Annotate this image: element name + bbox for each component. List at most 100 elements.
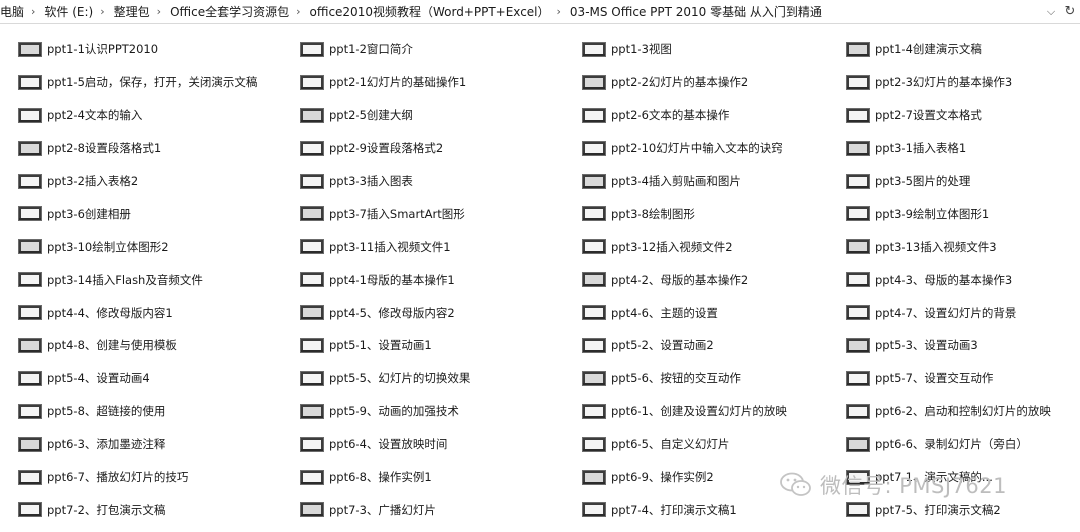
- breadcrumb-item[interactable]: 整理包: [114, 0, 157, 23]
- file-item[interactable]: ppt1-3视图: [564, 33, 846, 66]
- file-name: ppt4-2、母版的基本操作2: [611, 272, 749, 287]
- file-name: ppt2-4文本的输入: [47, 108, 143, 123]
- video-thumbnail-icon: [300, 502, 324, 518]
- file-item[interactable]: ppt5-5、幻灯片的切换效果: [282, 362, 564, 395]
- file-item[interactable]: ppt6-8、操作实例1: [282, 461, 564, 494]
- file-item[interactable]: ppt4-6、主题的设置: [564, 296, 846, 329]
- file-item[interactable]: ppt6-4、设置放映时间: [282, 428, 564, 461]
- file-item[interactable]: ppt3-10绘制立体图形2: [0, 230, 282, 263]
- file-item[interactable]: ppt4-1母版的基本操作1: [282, 263, 564, 296]
- breadcrumb-item[interactable]: Office全套学习资源包: [170, 0, 296, 23]
- file-item[interactable]: ppt2-8设置段落格式1: [0, 132, 282, 165]
- file-name: ppt4-3、母版的基本操作3: [875, 272, 1013, 287]
- video-thumbnail-icon: [300, 436, 324, 452]
- file-item[interactable]: ppt7-2、打包演示文稿: [0, 493, 282, 526]
- video-thumbnail-icon: [18, 305, 42, 321]
- file-item[interactable]: ppt6-6、录制幻灯片（旁白）: [846, 428, 1080, 461]
- file-item[interactable]: ppt2-6文本的基本操作: [564, 99, 846, 132]
- file-item[interactable]: ppt2-2幻灯片的基本操作2: [564, 66, 846, 99]
- file-name: ppt5-7、设置交互动作: [875, 371, 994, 386]
- file-name: ppt3-12插入视频文件2: [611, 239, 733, 254]
- file-item[interactable]: ppt5-8、超链接的使用: [0, 395, 282, 428]
- file-item[interactable]: ppt3-11插入视频文件1: [282, 230, 564, 263]
- video-thumbnail-icon: [300, 107, 324, 123]
- file-item[interactable]: ppt2-5创建大纲: [282, 99, 564, 132]
- file-item[interactable]: ppt4-2、母版的基本操作2: [564, 263, 846, 296]
- file-item[interactable]: ppt3-6创建相册: [0, 197, 282, 230]
- file-item[interactable]: ppt1-5启动，保存，打开，关闭演示文稿: [0, 66, 282, 99]
- file-item[interactable]: ppt2-4文本的输入: [0, 99, 282, 132]
- file-item[interactable]: ppt2-9设置段落格式2: [282, 132, 564, 165]
- file-item[interactable]: ppt2-10幻灯片中输入文本的诀窍: [564, 132, 846, 165]
- file-item[interactable]: ppt2-3幻灯片的基本操作3: [846, 66, 1080, 99]
- file-item[interactable]: ppt4-4、修改母版内容1: [0, 296, 282, 329]
- file-name: ppt7-3、广播幻灯片: [329, 502, 436, 517]
- file-item[interactable]: ppt3-9绘制立体图形1: [846, 197, 1080, 230]
- file-item[interactable]: ppt1-1认识PPT2010: [0, 33, 282, 66]
- video-thumbnail-icon: [846, 173, 870, 189]
- breadcrumb-separator-icon[interactable]: ›: [157, 0, 170, 23]
- file-name: ppt3-2插入表格2: [47, 174, 139, 188]
- address-dropdown-icon[interactable]: ⌵: [1042, 1, 1060, 23]
- breadcrumb-separator-icon[interactable]: ›: [31, 0, 44, 23]
- breadcrumb-item[interactable]: 03-MS Office PPT 2010 零基础 从入门到精通: [570, 0, 829, 23]
- file-name: ppt3-7插入SmartArt图形: [329, 206, 465, 221]
- breadcrumb-separator-icon[interactable]: ›: [100, 0, 113, 23]
- refresh-icon[interactable]: ↻: [1060, 1, 1080, 23]
- file-item[interactable]: ppt3-1插入表格1: [846, 132, 1080, 165]
- file-name: ppt6-8、操作实例1: [329, 470, 432, 485]
- video-thumbnail-icon: [846, 107, 870, 123]
- video-thumbnail-icon: [300, 337, 324, 353]
- video-thumbnail-icon: [300, 173, 324, 189]
- file-item[interactable]: ppt6-1、创建及设置幻灯片的放映: [564, 395, 846, 428]
- file-item[interactable]: ppt3-2插入表格2: [0, 165, 282, 198]
- file-item[interactable]: ppt6-7、播放幻灯片的技巧: [0, 461, 282, 494]
- file-item[interactable]: ppt5-4、设置动画4: [0, 362, 282, 395]
- video-thumbnail-icon: [846, 74, 870, 90]
- file-item[interactable]: ppt2-7设置文本格式: [846, 99, 1080, 132]
- file-item[interactable]: ppt3-5图片的处理: [846, 165, 1080, 198]
- address-bar[interactable]: 电脑 › 软件 (E:) › 整理包 › Office全套学习资源包 › office2010视…: [0, 0, 1080, 24]
- video-thumbnail-icon: [846, 337, 870, 353]
- file-item[interactable]: ppt3-8绘制图形: [564, 197, 846, 230]
- file-name: ppt6-7、播放幻灯片的技巧: [47, 470, 189, 485]
- file-item[interactable]: ppt5-9、动画的加强技术: [282, 395, 564, 428]
- file-item[interactable]: ppt3-7插入SmartArt图形: [282, 197, 564, 230]
- file-item[interactable]: ppt4-7、设置幻灯片的背景: [846, 296, 1080, 329]
- video-thumbnail-icon: [18, 74, 42, 90]
- video-thumbnail-icon: [18, 337, 42, 353]
- file-item[interactable]: ppt3-14插入Flash及音频文件: [0, 263, 282, 296]
- file-item[interactable]: ppt3-12插入视频文件2: [564, 230, 846, 263]
- file-item[interactable]: ppt4-3、母版的基本操作3: [846, 263, 1080, 296]
- breadcrumb-separator-icon[interactable]: ›: [296, 0, 309, 23]
- file-item[interactable]: ppt5-1、设置动画1: [282, 329, 564, 362]
- breadcrumb-separator-icon[interactable]: ›: [557, 0, 570, 23]
- breadcrumb-item[interactable]: office2010视频教程（Word+PPT+Excel）: [310, 0, 557, 23]
- file-item[interactable]: ppt5-2、设置动画2: [564, 329, 846, 362]
- file-item[interactable]: ppt6-5、自定义幻灯片: [564, 428, 846, 461]
- file-name: ppt6-3、添加墨迹注释: [47, 437, 166, 452]
- file-item[interactable]: ppt2-1幻灯片的基础操作1: [282, 66, 564, 99]
- file-item[interactable]: ppt5-3、设置动画3: [846, 329, 1080, 362]
- file-item[interactable]: ppt4-5、修改母版内容2: [282, 296, 564, 329]
- file-item[interactable]: ppt1-4创建演示文稿: [846, 33, 1080, 66]
- file-name: ppt2-6文本的基本操作: [611, 108, 730, 123]
- file-item[interactable]: ppt5-6、按钮的交互动作: [564, 362, 846, 395]
- file-item[interactable]: ppt4-8、创建与使用模板: [0, 329, 282, 362]
- breadcrumb-item[interactable]: 电脑: [0, 0, 31, 23]
- video-thumbnail-icon: [300, 41, 324, 57]
- video-thumbnail-icon: [18, 272, 42, 288]
- file-name: ppt4-4、修改母版内容1: [47, 305, 173, 320]
- file-item[interactable]: ppt1-2窗口简介: [282, 33, 564, 66]
- file-name: ppt3-13插入视频文件3: [875, 239, 997, 254]
- file-item[interactable]: ppt3-3插入图表: [282, 165, 564, 198]
- file-item[interactable]: ppt5-7、设置交互动作: [846, 362, 1080, 395]
- file-item[interactable]: ppt7-3、广播幻灯片: [282, 493, 564, 526]
- video-thumbnail-icon: [846, 140, 870, 156]
- file-item[interactable]: ppt6-2、启动和控制幻灯片的放映: [846, 395, 1080, 428]
- file-item[interactable]: ppt6-3、添加墨迹注释: [0, 428, 282, 461]
- file-name: ppt3-11插入视频文件1: [329, 239, 451, 254]
- file-item[interactable]: ppt3-13插入视频文件3: [846, 230, 1080, 263]
- file-item[interactable]: ppt3-4插入剪贴画和图片: [564, 165, 846, 198]
- breadcrumb-item[interactable]: 软件 (E:): [44, 0, 100, 23]
